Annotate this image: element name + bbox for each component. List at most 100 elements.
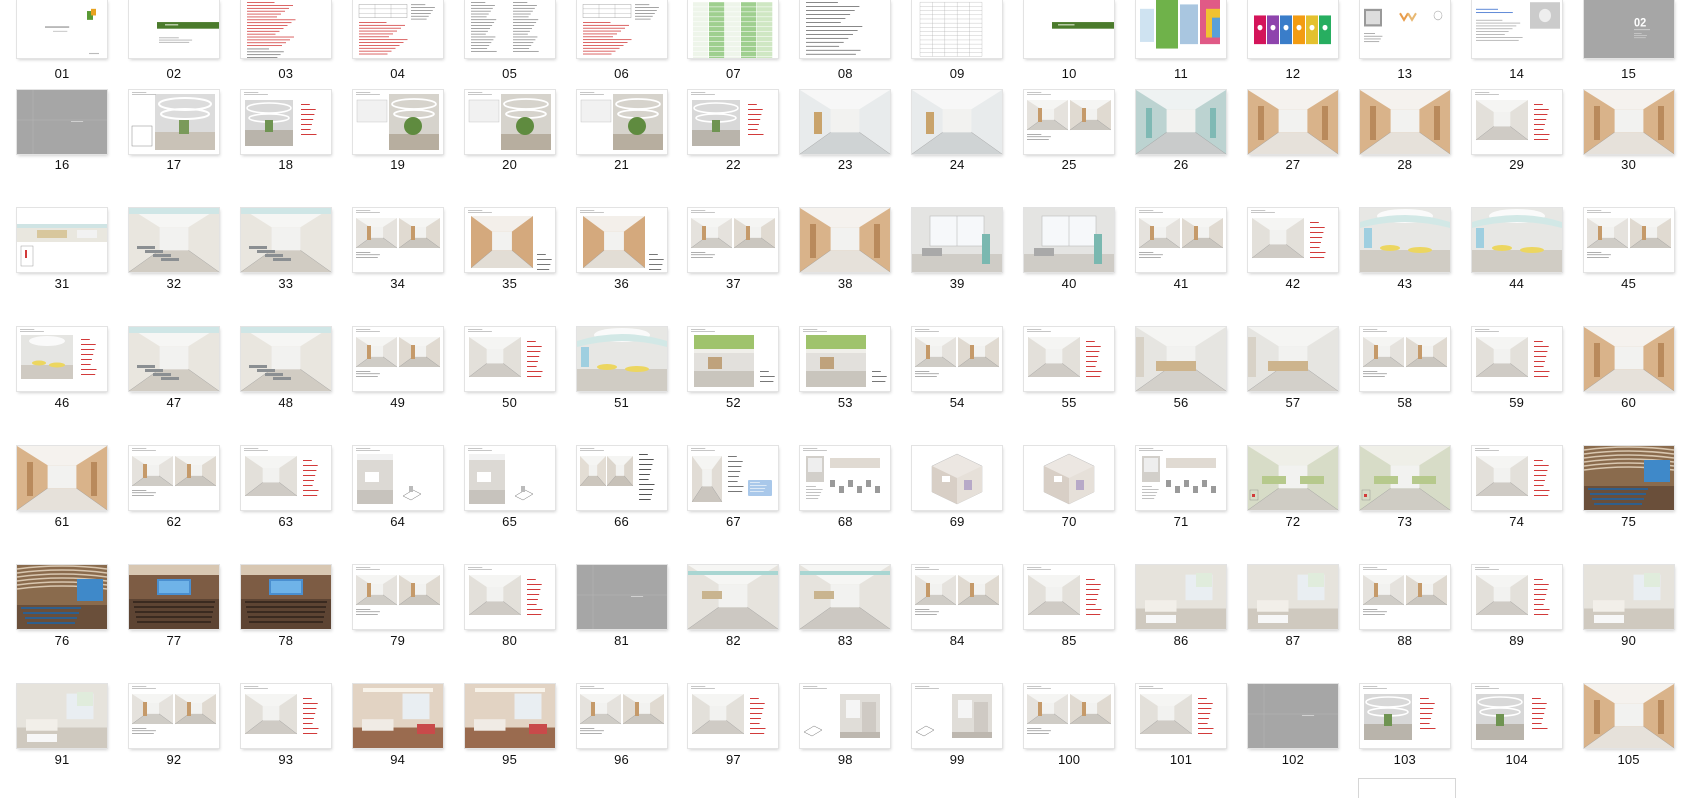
slide-number-label: 64 <box>390 514 406 529</box>
slide-preview-image[interactable] <box>576 446 667 510</box>
slide-preview-image[interactable] <box>1471 565 1562 629</box>
slide-preview-image[interactable] <box>128 684 219 748</box>
slide-preview-image[interactable] <box>17 565 107 629</box>
slide-number-label: 68 <box>837 514 853 529</box>
slide-preview-image[interactable] <box>912 327 1003 391</box>
slide-thumbnail[interactable]: 100 <box>1019 0 1129 767</box>
slide-preview-image[interactable] <box>1247 327 1338 391</box>
slide-preview-image[interactable] <box>240 327 331 391</box>
slide-preview-image[interactable] <box>240 446 331 510</box>
slide-number-label: 24 <box>949 157 965 172</box>
slide-thumbnail[interactable]: 103 <box>1355 0 1465 767</box>
slide-preview-image[interactable] <box>1471 208 1562 272</box>
slide-thumbnail[interactable]: 94 <box>348 0 458 767</box>
slide-preview-image[interactable] <box>352 684 443 748</box>
slide-preview-image[interactable] <box>800 446 891 510</box>
slide-preview-image[interactable] <box>1136 565 1226 629</box>
slide-preview-image[interactable] <box>128 327 219 391</box>
slide-thumbnail[interactable]: 98 <box>795 0 905 767</box>
slide-preview-image[interactable] <box>1136 684 1226 748</box>
slide-preview-image[interactable] <box>688 446 779 510</box>
slide-number-label: 87 <box>1285 633 1301 648</box>
slide-preview-image[interactable] <box>352 327 443 391</box>
slide-preview-image[interactable] <box>576 327 667 391</box>
slide-preview-image[interactable] <box>912 446 1003 510</box>
slide-thumbnail[interactable]: 97 <box>683 0 793 767</box>
slide-preview-image[interactable] <box>352 565 443 629</box>
slide-preview-image[interactable] <box>1247 684 1338 748</box>
slide-number-label: 29 <box>1509 157 1525 172</box>
slide-preview-image[interactable] <box>1024 208 1115 272</box>
slide-preview-image[interactable] <box>1471 327 1562 391</box>
slide-preview-image[interactable] <box>688 565 779 629</box>
slide-thumbnail[interactable]: 93 <box>236 0 346 767</box>
slide-number-label: 62 <box>166 514 182 529</box>
slide-preview-image[interactable] <box>352 208 443 272</box>
slide-preview-image[interactable] <box>1583 565 1674 629</box>
slide-preview-image[interactable] <box>688 684 779 748</box>
slide-preview-image[interactable] <box>17 208 107 272</box>
slide-preview-image[interactable] <box>576 208 667 272</box>
slide-preview-image[interactable] <box>912 684 1003 748</box>
slide-thumbnail[interactable]: 102 <box>1243 0 1353 767</box>
slide-preview-image[interactable] <box>464 565 555 629</box>
slide-preview-image[interactable] <box>464 327 555 391</box>
slide-preview-image[interactable] <box>800 565 891 629</box>
slide-thumbnail[interactable]: 101 <box>1131 0 1241 767</box>
slide-preview-image[interactable] <box>464 208 555 272</box>
slide-preview-image[interactable] <box>1024 565 1115 629</box>
slide-preview-image[interactable] <box>1359 208 1450 272</box>
slide-preview-image[interactable] <box>1471 684 1562 748</box>
slide-thumbnail[interactable]: 105 <box>1579 0 1683 767</box>
slide-thumbnail[interactable]: 96 <box>572 0 682 767</box>
slide-preview-image[interactable] <box>1359 684 1450 748</box>
slide-thumbnail[interactable]: 92 <box>124 0 234 767</box>
slide-preview-image[interactable] <box>912 565 1003 629</box>
slide-preview-image[interactable] <box>688 327 779 391</box>
slide-preview-image[interactable] <box>912 208 1003 272</box>
slide-preview-image[interactable] <box>1583 684 1674 748</box>
slide-preview-image[interactable] <box>1583 446 1674 510</box>
slide-preview-image[interactable] <box>240 565 331 629</box>
slide-preview-image[interactable] <box>1024 446 1115 510</box>
slide-preview-image[interactable] <box>128 565 219 629</box>
slide-preview-image[interactable] <box>17 446 107 510</box>
slide-preview-image[interactable] <box>576 684 667 748</box>
slide-thumbnail[interactable]: 99 <box>907 0 1017 767</box>
slide-preview-image[interactable] <box>1359 565 1450 629</box>
slide-preview-image[interactable] <box>1583 208 1674 272</box>
slide-preview-image[interactable] <box>576 565 667 629</box>
slide-preview-image[interactable] <box>1136 208 1226 272</box>
slide-preview-image[interactable] <box>1359 446 1450 510</box>
slide-preview-image[interactable] <box>352 446 443 510</box>
slide-preview-image[interactable] <box>800 684 891 748</box>
slide-number-label: 101 <box>1169 752 1193 767</box>
slide-preview-image[interactable] <box>800 208 891 272</box>
slide-number-label: 81 <box>614 633 629 648</box>
slide-preview-image[interactable] <box>17 684 107 748</box>
slide-preview-image[interactable] <box>240 684 331 748</box>
slide-number-label: 25 <box>1061 157 1077 172</box>
slide-preview-image[interactable] <box>1247 446 1338 510</box>
slide-preview-image[interactable] <box>1247 208 1338 272</box>
slide-preview-image[interactable] <box>1471 446 1562 510</box>
slide-preview-image[interactable] <box>128 446 219 510</box>
slide-preview-image[interactable] <box>240 208 331 272</box>
slide-preview-image[interactable] <box>1247 565 1338 629</box>
slide-thumbnail[interactable]: 104 <box>1467 0 1577 767</box>
slide-preview-image[interactable] <box>1359 327 1450 391</box>
next-thumbnail-partial[interactable] <box>1358 778 1456 798</box>
slide-preview-image[interactable] <box>1024 684 1115 748</box>
slide-preview-image[interactable] <box>1136 446 1226 510</box>
slide-preview-image[interactable] <box>800 327 891 391</box>
slide-preview-image[interactable] <box>128 208 219 272</box>
slide-preview-image[interactable] <box>464 684 555 748</box>
slide-preview-image[interactable] <box>1136 327 1226 391</box>
slide-preview-image[interactable] <box>464 446 555 510</box>
slide-thumbnail[interactable]: 95 <box>460 0 570 767</box>
slide-preview-image[interactable] <box>1583 327 1674 391</box>
slide-thumbnail[interactable]: 91 <box>12 0 122 767</box>
slide-preview-image[interactable] <box>1024 327 1115 391</box>
slide-preview-image[interactable] <box>17 327 107 391</box>
slide-preview-image[interactable] <box>688 208 779 272</box>
